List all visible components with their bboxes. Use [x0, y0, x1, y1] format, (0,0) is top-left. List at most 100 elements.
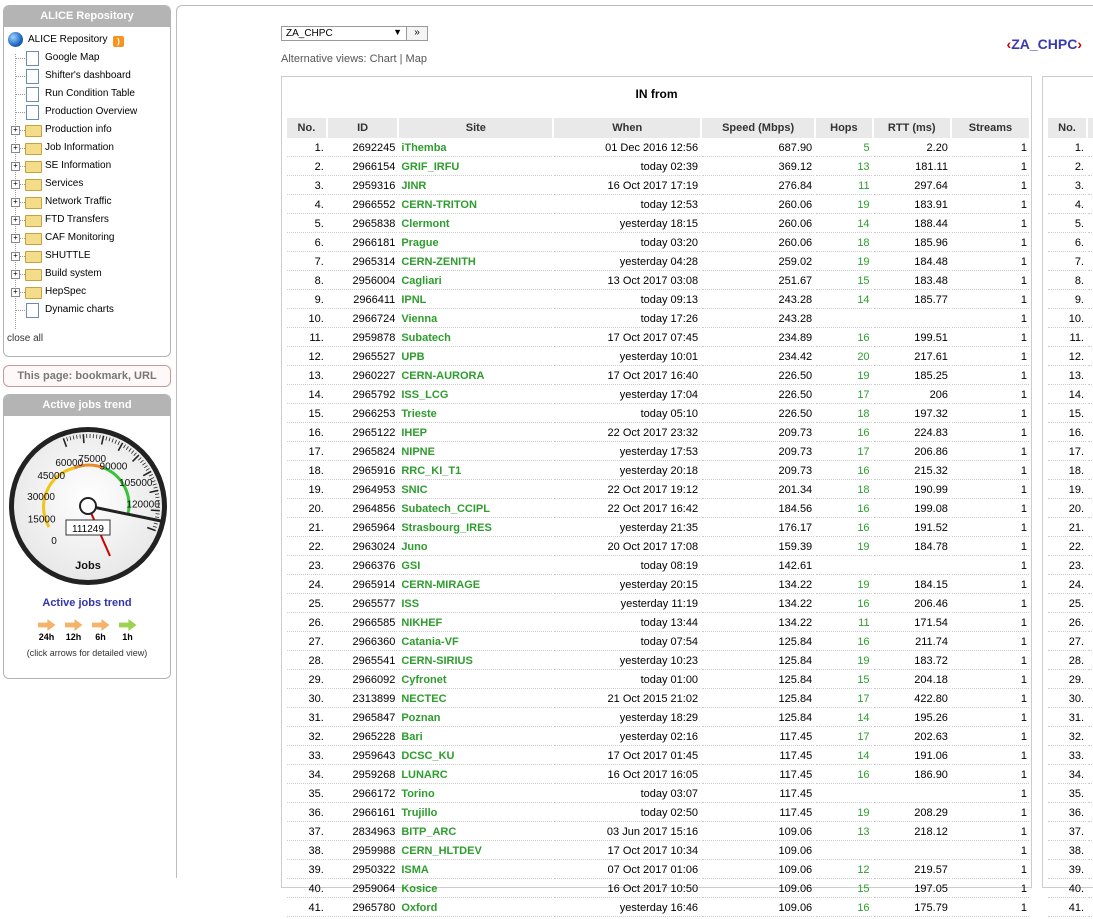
row-id[interactable]: 2692245: [328, 140, 397, 157]
tree-item-label[interactable]: Shifter's dashboard: [45, 67, 131, 85]
tree-item[interactable]: +Production info: [4, 121, 170, 139]
site-link[interactable]: Cyfronet: [399, 672, 552, 689]
row-id[interactable]: 2956004: [328, 273, 397, 290]
column-header[interactable]: No.: [287, 118, 326, 138]
expand-icon[interactable]: +: [11, 198, 20, 207]
trend-arrow[interactable]: 12h: [65, 619, 83, 642]
site-link[interactable]: NIPNE: [399, 444, 552, 461]
site-link[interactable]: CERN-MIRAGE: [399, 577, 552, 594]
site-link[interactable]: Juno: [399, 539, 552, 556]
site-link[interactable]: Subatech_CCIPL: [399, 501, 552, 518]
tree-root[interactable]: ALICE Repository ): [4, 31, 170, 49]
trend-arrow[interactable]: 24h: [38, 619, 56, 642]
row-id[interactable]: 2966552: [328, 197, 397, 214]
site-link[interactable]: ISMA: [399, 862, 552, 879]
row-id[interactable]: 2966253: [328, 406, 397, 423]
tree-item-label[interactable]: SE Information: [45, 157, 111, 175]
site-link[interactable]: Vienna: [399, 311, 552, 328]
row-id[interactable]: 2966092: [328, 672, 397, 689]
tree-item[interactable]: Shifter's dashboard: [4, 67, 170, 85]
expand-icon[interactable]: +: [11, 234, 20, 243]
row-id[interactable]: 2313899: [328, 691, 397, 708]
tree-item[interactable]: +SHUTTLE: [4, 247, 170, 265]
site-link[interactable]: GRIF_IRFU: [399, 159, 552, 176]
site-link[interactable]: CERN-SIRIUS: [399, 653, 552, 670]
site-link[interactable]: Oxford: [399, 900, 552, 917]
row-id[interactable]: 2966585: [328, 615, 397, 632]
expand-icon[interactable]: +: [11, 126, 20, 135]
row-id[interactable]: 2965577: [328, 596, 397, 613]
site-link[interactable]: Catania-VF: [399, 634, 552, 651]
row-id[interactable]: 2966161: [328, 805, 397, 822]
tree-item[interactable]: +FTD Transfers: [4, 211, 170, 229]
row-id[interactable]: 2965838: [328, 216, 397, 233]
row-id[interactable]: 2959988: [328, 843, 397, 860]
expand-icon[interactable]: +: [11, 144, 20, 153]
site-link[interactable]: CERN-TRITON: [399, 197, 552, 214]
expand-icon[interactable]: +: [11, 252, 20, 261]
row-id[interactable]: 2966154: [328, 159, 397, 176]
site-link[interactable]: iThemba: [399, 140, 552, 157]
row-id[interactable]: 2965964: [328, 520, 397, 537]
site-link[interactable]: SNIC: [399, 482, 552, 499]
column-header[interactable]: Hops: [816, 118, 871, 138]
site-link[interactable]: ISS_LCG: [399, 387, 552, 404]
tree-item-label[interactable]: HepSpec: [45, 283, 86, 301]
row-id[interactable]: 2965916: [328, 463, 397, 480]
site-link[interactable]: Trujillo: [399, 805, 552, 822]
tree-item[interactable]: +Network Traffic: [4, 193, 170, 211]
row-id[interactable]: 2965847: [328, 710, 397, 727]
site-link[interactable]: NIKHEF: [399, 615, 552, 632]
row-id[interactable]: 2966724: [328, 311, 397, 328]
site-link[interactable]: Kosice: [399, 881, 552, 898]
row-id[interactable]: 2950322: [328, 862, 397, 879]
tree-item-label[interactable]: Job Information: [45, 139, 114, 157]
row-id[interactable]: 2966172: [328, 786, 397, 803]
row-id[interactable]: 2965122: [328, 425, 397, 442]
tree-item[interactable]: + Job Information: [4, 139, 170, 157]
row-id[interactable]: 2965541: [328, 653, 397, 670]
tree-item-label[interactable]: FTD Transfers: [45, 211, 109, 229]
site-link[interactable]: ISS: [399, 596, 552, 613]
row-id[interactable]: 2834963: [328, 824, 397, 841]
site-link[interactable]: Clermont: [399, 216, 552, 233]
site-link[interactable]: Trieste: [399, 406, 552, 423]
expand-icon[interactable]: +: [11, 270, 20, 279]
expand-icon[interactable]: +: [11, 288, 20, 297]
site-link[interactable]: NECTEC: [399, 691, 552, 708]
row-id[interactable]: 2959064: [328, 881, 397, 898]
tree-item[interactable]: Google Map: [4, 49, 170, 67]
row-id[interactable]: 2965914: [328, 577, 397, 594]
site-link[interactable]: Prague: [399, 235, 552, 252]
tree-item-label[interactable]: CAF Monitoring: [45, 229, 114, 247]
row-id[interactable]: 2966181: [328, 235, 397, 252]
site-link[interactable]: Bari: [399, 729, 552, 746]
site-link[interactable]: CERN-ZENITH: [399, 254, 552, 271]
row-id[interactable]: 2964856: [328, 501, 397, 518]
tree-item[interactable]: +Services: [4, 175, 170, 193]
tree-item-label[interactable]: Production Overview: [45, 103, 137, 121]
column-header[interactable]: RTT (ms): [874, 118, 950, 138]
row-id[interactable]: 2959878: [328, 330, 397, 347]
site-link[interactable]: RRC_KI_T1: [399, 463, 552, 480]
site-link[interactable]: Torino: [399, 786, 552, 803]
close-all-link[interactable]: close all: [4, 319, 170, 350]
tree-item[interactable]: + HepSpec: [4, 283, 170, 301]
map-view-link[interactable]: Map: [406, 53, 427, 65]
row-id[interactable]: 2966411: [328, 292, 397, 309]
chart-view-link[interactable]: Chart: [370, 53, 397, 65]
row-id[interactable]: 2959643: [328, 748, 397, 765]
tree-item[interactable]: Run Condition Table: [4, 85, 170, 103]
jobs-gauge[interactable]: 0150003000045000600007500090000105000120…: [4, 416, 170, 593]
tree-item[interactable]: + CAF Monitoring: [4, 229, 170, 247]
site-link[interactable]: GSI: [399, 558, 552, 575]
row-id[interactable]: 2965780: [328, 900, 397, 917]
bookmark-link[interactable]: This page: bookmark, URL: [3, 365, 171, 387]
row-id[interactable]: 2965792: [328, 387, 397, 404]
row-id[interactable]: 2960227: [328, 368, 397, 385]
tree-item[interactable]: Dynamic charts: [4, 301, 170, 319]
tree-item-label[interactable]: Dynamic charts: [45, 301, 114, 319]
tree-item-label[interactable]: Run Condition Table: [45, 85, 135, 103]
row-id[interactable]: 2959316: [328, 178, 397, 195]
site-link[interactable]: LUNARC: [399, 767, 552, 784]
